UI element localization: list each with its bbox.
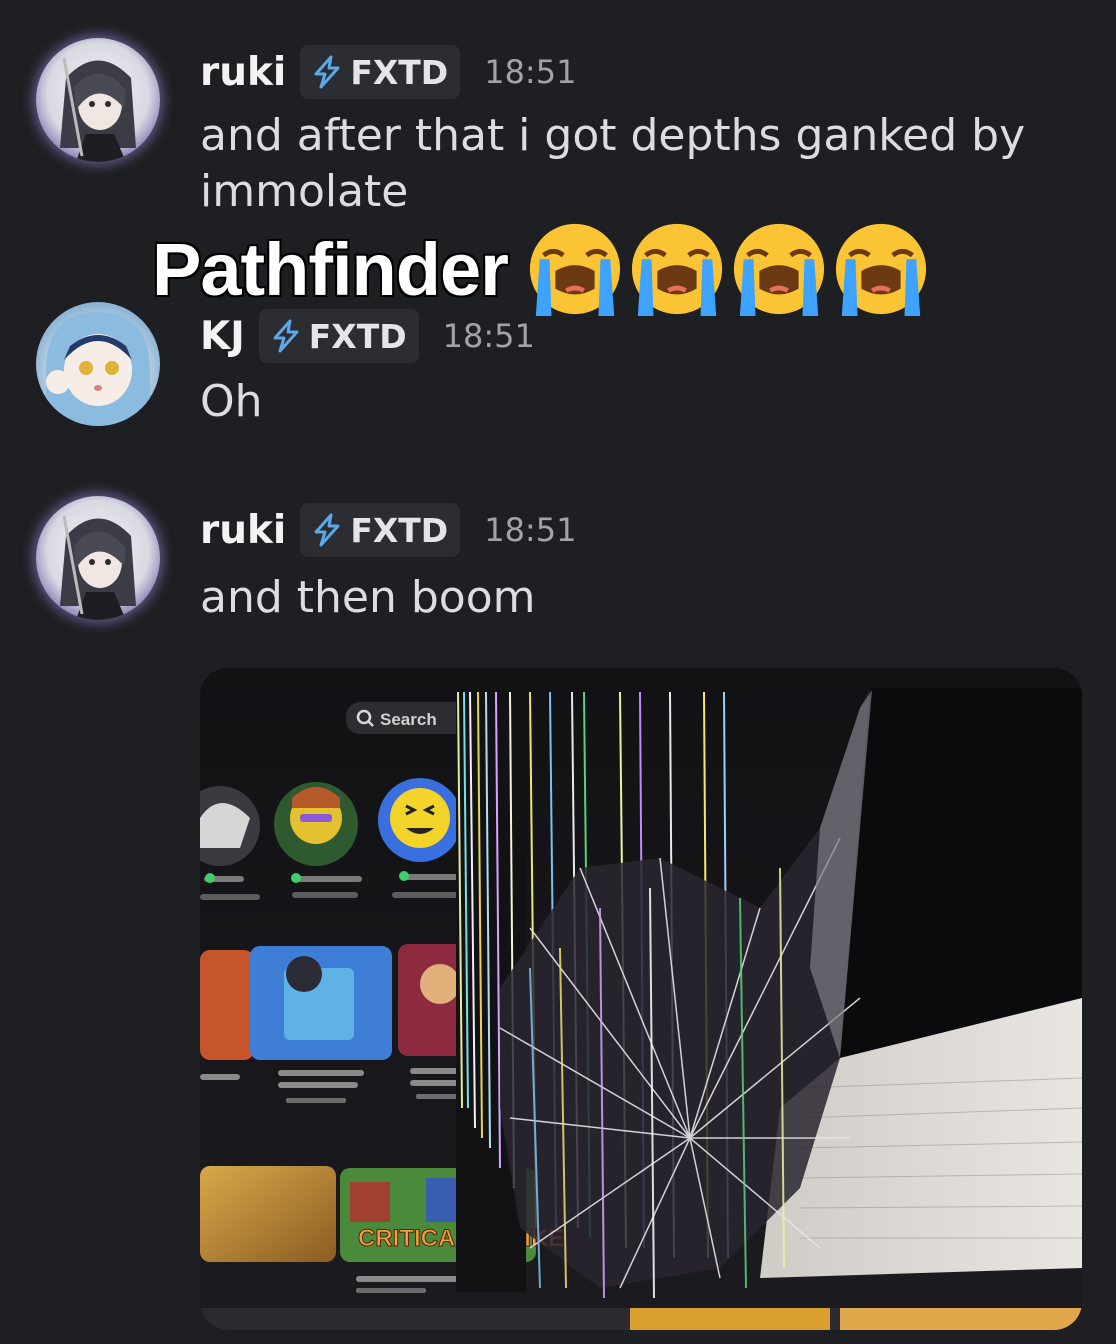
- user-avatar-kj[interactable]: [36, 302, 160, 426]
- timestamp: 18:51: [442, 317, 535, 355]
- server-tag-label: FXTD: [350, 52, 449, 92]
- user-avatar-ruki[interactable]: [36, 496, 160, 620]
- image-attachment[interactable]: Search CRITICAL: [200, 668, 1082, 1330]
- user-avatar-ruki[interactable]: [36, 38, 160, 162]
- timestamp: 18:51: [484, 511, 577, 549]
- lightning-bolt-icon: [269, 319, 303, 353]
- lightning-bolt-icon: [310, 513, 344, 547]
- avatar-art: [60, 515, 136, 620]
- avatar-art: [60, 57, 136, 162]
- username[interactable]: ruki: [200, 508, 286, 553]
- server-tag-label: FXTD: [308, 316, 407, 356]
- timestamp: 18:51: [484, 53, 577, 91]
- message-text: Oh: [200, 376, 263, 427]
- message-text: and after that i got depths ganked by im…: [200, 110, 1026, 217]
- video-caption-overlay: Pathfinder: [151, 220, 934, 318]
- lightning-bolt-icon: [310, 55, 344, 89]
- search-label: Search: [380, 710, 437, 729]
- caption-text: Pathfinder: [151, 226, 511, 312]
- chat-view: ruki FXTD 18:51 and after that i got dep…: [0, 0, 1116, 1344]
- cracked-screen-photo: Search CRITICAL: [200, 668, 1082, 1330]
- username[interactable]: ruki: [200, 50, 286, 95]
- server-tag[interactable]: FXTD: [300, 45, 461, 99]
- avatar-art: [46, 312, 150, 426]
- message-text: and then boom: [200, 572, 536, 623]
- crying-face-icon: [628, 220, 726, 318]
- server-tag-label: FXTD: [350, 510, 449, 550]
- emoji-row: [526, 220, 934, 318]
- crying-face-icon: [526, 220, 624, 318]
- crying-face-icon: [730, 220, 828, 318]
- crying-face-icon: [832, 220, 930, 318]
- server-tag[interactable]: FXTD: [300, 503, 461, 557]
- username[interactable]: KJ: [200, 314, 245, 359]
